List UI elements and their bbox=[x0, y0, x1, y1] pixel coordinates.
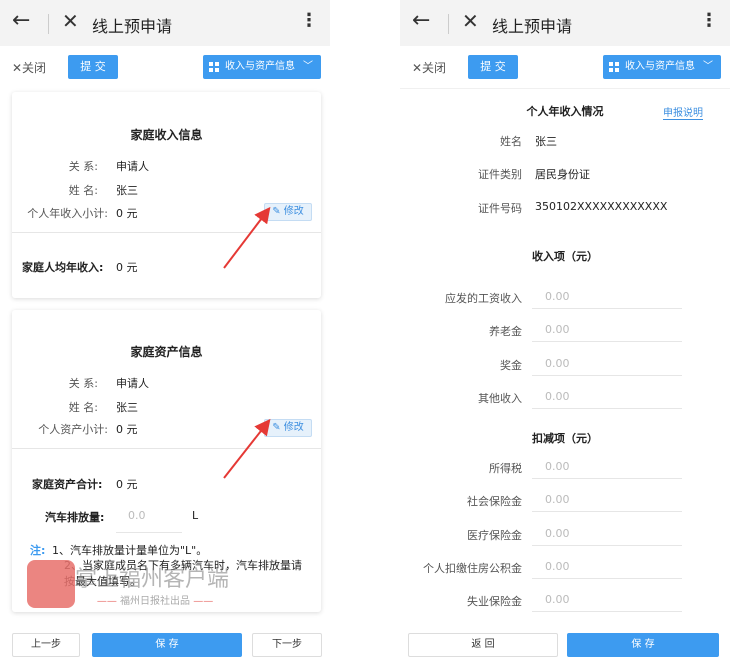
amount-input[interactable]: 0.00 bbox=[545, 493, 570, 506]
arrow-icon bbox=[223, 206, 271, 269]
help-link[interactable]: 申报说明 bbox=[663, 104, 703, 120]
field-label: 养老金 bbox=[489, 325, 522, 339]
back-button[interactable]: 返 回 bbox=[408, 633, 558, 657]
field-label: 社会保险金 bbox=[467, 495, 522, 509]
annotation-arrows bbox=[223, 206, 271, 479]
input-underline bbox=[532, 511, 682, 513]
more-vertical-icon[interactable]: ⋮ bbox=[700, 10, 718, 31]
input-underline bbox=[532, 611, 682, 613]
name-value: 张三 bbox=[535, 135, 557, 148]
submit-button[interactable]: 提 交 bbox=[468, 55, 518, 79]
divider bbox=[448, 14, 449, 34]
left-screen: ← ✕ 线上预申请 ⋮ ✕关闭 提 交 收入与资产信息 ﹀ 家庭收入信息 关 系:… bbox=[0, 0, 330, 668]
input-underline bbox=[532, 374, 682, 376]
input-underline bbox=[532, 544, 682, 546]
id-type-value: 居民身份证 bbox=[535, 168, 590, 181]
field-label: 所得税 bbox=[489, 462, 522, 475]
input-underline bbox=[532, 407, 682, 409]
input-underline bbox=[532, 341, 682, 343]
field-label: 个人扣缴住房公积金 bbox=[423, 561, 522, 575]
amount-input[interactable]: 0.00 bbox=[545, 593, 570, 606]
divider bbox=[400, 88, 730, 89]
page-title: 线上预申请 bbox=[492, 17, 573, 36]
input-underline bbox=[532, 308, 682, 309]
id-number-value: 350102XXXXXXXXXXXX bbox=[535, 200, 668, 213]
input-underline bbox=[532, 478, 682, 479]
amount-input[interactable]: 0.00 bbox=[545, 527, 570, 540]
close-button[interactable]: ✕关闭 bbox=[412, 59, 446, 76]
top-bar: ← ✕ 线上预申请 ⋮ bbox=[400, 0, 730, 46]
field-label: 失业保险金 bbox=[467, 595, 522, 609]
field-label: 其他收入 bbox=[478, 391, 522, 405]
input-underline bbox=[532, 577, 682, 579]
amount-input[interactable]: 0.00 bbox=[545, 560, 570, 573]
income-section-title: 收入项（元） bbox=[532, 250, 598, 263]
save-button[interactable]: 保 存 bbox=[567, 633, 719, 657]
right-screen: ← ✕ 线上预申请 ⋮ ✕关闭 提 交 收入与资产信息 ﹀ 个人年收入情况 申报说… bbox=[400, 0, 730, 668]
field-label: 应发的工资收入 bbox=[445, 292, 522, 305]
name-label: 姓名 bbox=[500, 135, 522, 148]
amount-input[interactable]: 0.00 bbox=[545, 390, 570, 403]
chevron-down-icon: ﹀ bbox=[703, 61, 713, 72]
amount-input[interactable]: 0.00 bbox=[545, 460, 570, 473]
deduct-section-title: 扣减项（元） bbox=[532, 432, 598, 445]
id-type-label: 证件类别 bbox=[478, 168, 522, 181]
dropdown-label: 收入与资产信息 bbox=[625, 61, 695, 72]
field-label: 奖金 bbox=[500, 358, 522, 372]
x-icon[interactable]: ✕ bbox=[462, 9, 479, 33]
arrow-left-icon[interactable]: ← bbox=[412, 8, 430, 33]
grid-icon bbox=[609, 62, 619, 72]
arrow-icon bbox=[223, 418, 271, 479]
field-label: 医疗保险金 bbox=[467, 528, 522, 542]
section-dropdown[interactable]: 收入与资产信息 ﹀ bbox=[603, 55, 721, 79]
amount-input[interactable]: 0.00 bbox=[545, 290, 570, 303]
amount-input[interactable]: 0.00 bbox=[545, 357, 570, 370]
amount-input[interactable]: 0.00 bbox=[545, 323, 570, 336]
id-number-label: 证件号码 bbox=[478, 202, 522, 215]
